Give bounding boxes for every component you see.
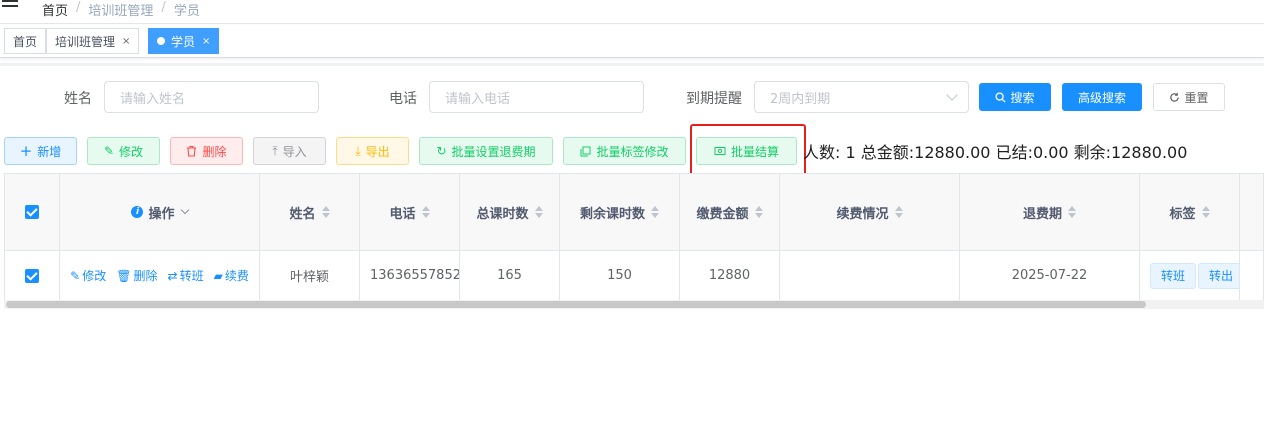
summary-text: 人数: 1 总金额:12880.00 已结:0.00 剩余:12880.00 <box>803 143 1188 162</box>
transfer-icon: ⇄ <box>167 268 178 283</box>
import-button[interactable]: ⤒ 导入 <box>253 137 326 165</box>
sort-icon[interactable] <box>534 206 543 218</box>
name-input[interactable]: 请输入姓名 <box>104 81 319 113</box>
row-ops: ✎ 修改 🗑 删除 ⇄ 转班 ▰ 续费 <box>60 251 260 300</box>
sort-icon[interactable] <box>754 206 763 218</box>
cell-refund: 2025-07-22 <box>960 251 1140 300</box>
header-renew[interactable]: 续费情况 <box>780 174 960 250</box>
trash-icon: 🗑 <box>116 268 132 283</box>
cell-name: 叶梓颖 <box>260 251 360 300</box>
header-refund[interactable]: 退费期 <box>960 174 1140 250</box>
table-row: ✎ 修改 🗑 删除 ⇄ 转班 ▰ 续费 叶梓颖 13636557852 165 150 … <box>4 251 1264 301</box>
highlight-box <box>690 124 806 176</box>
expiry-label: 到期提醒 <box>686 91 742 107</box>
breadcrumb: 首页 / 培训班管理 / 学员 <box>42 0 200 19</box>
add-button[interactable]: + 新增 <box>4 137 77 165</box>
copy-icon <box>580 146 591 156</box>
delete-button[interactable]: 删除 <box>170 137 243 165</box>
breadcrumb-home[interactable]: 首页 <box>42 0 68 19</box>
header-total[interactable]: 总课时数 <box>460 174 560 250</box>
row-transfer-link[interactable]: ⇄ 转班 <box>168 267 204 284</box>
header-name[interactable]: 姓名 <box>260 174 360 250</box>
navbar: 首页 / 培训班管理 / 学员 <box>0 0 1264 24</box>
header-filler <box>1240 174 1264 250</box>
reset-button[interactable]: 重置 <box>1153 83 1225 111</box>
edit-button[interactable]: ✎ 修改 <box>87 137 160 165</box>
search-icon <box>995 91 1007 103</box>
advanced-search-button[interactable]: 高级搜索 <box>1062 83 1142 111</box>
header-paid[interactable]: 缴费金额 <box>680 174 780 250</box>
edit-icon: ✎ <box>103 144 115 158</box>
cell-tags: 转班 转出 <box>1140 251 1240 300</box>
cell-paid: 12880 <box>680 251 780 300</box>
name-label: 姓名 <box>64 91 92 107</box>
download-icon: ⤓ <box>355 143 361 158</box>
horizontal-scrollbar[interactable] <box>4 300 1264 309</box>
tab-home[interactable]: 首页 <box>4 28 47 54</box>
sort-icon[interactable] <box>651 206 659 218</box>
header-remain[interactable]: 剩余课时数 <box>560 174 680 250</box>
info-icon: i <box>131 206 144 218</box>
refresh-icon: ↻ <box>436 144 447 158</box>
sort-icon[interactable] <box>421 206 430 218</box>
phone-input[interactable]: 请输入电话 <box>429 81 644 113</box>
header-tags[interactable]: 标签 <box>1140 174 1240 250</box>
active-dot-icon <box>157 37 165 45</box>
row-delete-link[interactable]: 🗑 删除 <box>116 267 157 284</box>
row-renew-link[interactable]: ▰ 续费 <box>214 267 249 284</box>
table-header: i 操作 姓名 电话 总课时数 剩余课时数 缴费金额 续费情况 退费期 标签 <box>4 173 1264 251</box>
header-phone[interactable]: 电话 <box>360 174 460 250</box>
tag-out-button[interactable]: 转出 <box>1198 262 1239 289</box>
breadcrumb-student: 学员 <box>173 4 200 19</box>
hamburger-icon[interactable] <box>2 0 18 10</box>
close-icon[interactable]: × <box>122 36 130 47</box>
batch-refund-button[interactable]: ↻ 批量设置退费期 <box>419 137 553 165</box>
sort-icon[interactable] <box>1068 206 1076 218</box>
tab-class-management[interactable]: 培训班管理 × <box>46 28 140 54</box>
scrollbar-thumb[interactable] <box>6 301 1146 308</box>
refresh-icon <box>1170 92 1180 102</box>
phone-label: 电话 <box>389 91 417 107</box>
cell-remain: 150 <box>560 251 680 300</box>
cell-phone: 13636557852 <box>360 251 460 300</box>
chevron-down-icon <box>946 89 958 101</box>
sort-icon[interactable] <box>894 206 903 218</box>
trash-icon <box>187 145 197 157</box>
upload-icon: ⤒ <box>272 143 278 158</box>
tag-transfer-button[interactable]: 转班 <box>1150 262 1197 289</box>
breadcrumb-class[interactable]: 培训班管理 <box>88 0 153 19</box>
ticket-icon: ▰ <box>213 268 223 283</box>
edit-icon: ✎ <box>70 268 81 283</box>
header-ops[interactable]: i 操作 <box>60 174 260 250</box>
select-all-checkbox[interactable] <box>4 174 60 250</box>
close-icon[interactable]: × <box>202 36 210 47</box>
batch-tag-button[interactable]: 批量标签修改 <box>563 137 686 165</box>
search-button[interactable]: 搜索 <box>979 83 1051 111</box>
export-button[interactable]: ⤓ 导出 <box>336 137 409 165</box>
expiry-select[interactable]: 2周内到期 <box>754 81 969 113</box>
row-edit-link[interactable]: ✎ 修改 <box>70 267 106 284</box>
sort-icon[interactable] <box>321 206 330 218</box>
cell-renew <box>780 251 960 300</box>
student-table: i 操作 姓名 电话 总课时数 剩余课时数 缴费金额 续费情况 退费期 标签 ✎… <box>4 173 1264 301</box>
tab-student[interactable]: 学员 × <box>148 28 220 54</box>
row-checkbox[interactable] <box>4 251 60 300</box>
sort-icon[interactable] <box>1201 206 1210 218</box>
tags-view: 首页 培训班管理 × 学员 × <box>0 25 1264 58</box>
plus-icon: + <box>19 142 33 160</box>
row-filler <box>1240 251 1264 300</box>
chevron-down-icon <box>180 205 189 215</box>
cell-total: 165 <box>460 251 560 300</box>
